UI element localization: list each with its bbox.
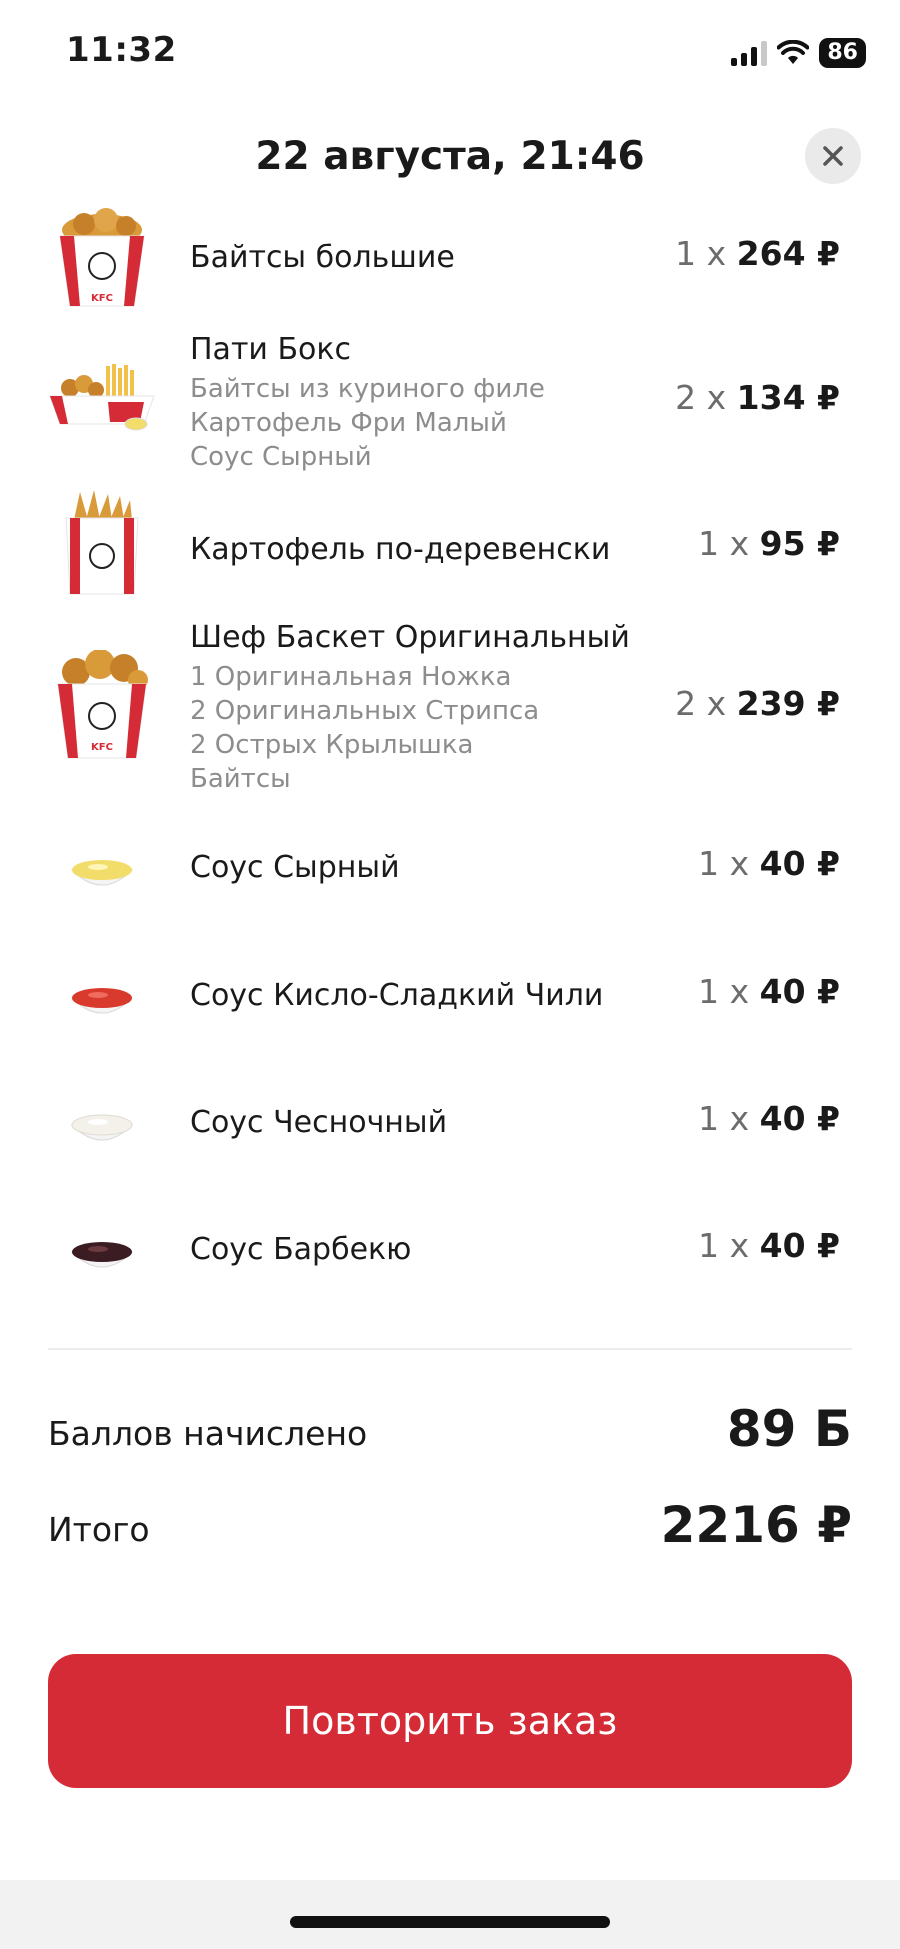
item-quantity-price: 1 x 40 ₽ [698,844,840,883]
item-name: Соус Сырный [190,850,400,885]
item-quantity: 1 x [698,972,750,1011]
item-price: 264 ₽ [736,234,840,273]
item-option: Соус Сырный [190,442,372,472]
total-value: 2216 ₽ [660,1496,852,1554]
repeat-order-button[interactable]: Повторить заказ [48,1654,852,1788]
item-price: 40 ₽ [759,1226,840,1265]
item-option: 2 Острых Крылышка [190,730,474,760]
wifi-icon [777,40,810,64]
item-name: Пати Бокс [190,332,352,367]
item-price: 134 ₽ [736,378,840,417]
list-item: Пати Бокс Байтсы из куриного филе Картоф… [0,332,900,482]
item-quantity-price: 1 x 264 ₽ [675,234,840,273]
order-header: 22 августа, 21:46 [0,128,900,192]
item-quantity-price: 1 x 40 ₽ [698,1226,840,1265]
kfc-basket-icon: KFC [57,650,148,759]
list-item: Соус Сырный 1 x 40 ₽ [0,830,900,910]
fries-bag-icon [65,490,139,595]
close-button[interactable] [805,128,861,184]
garlic-sauce-icon [70,1114,134,1141]
close-icon [823,146,843,166]
item-quantity: 2 x [675,684,727,723]
item-option: 1 Оригинальная Ножка [190,662,512,692]
item-quantity: 1 x [698,1099,750,1138]
item-option: Байтсы [190,764,291,794]
party-box-icon [49,364,155,431]
list-item: Соус Кисло-Сладкий Чили 1 x 40 ₽ [0,958,900,1038]
item-name: Соус Чесночный [190,1105,448,1140]
status-time: 11:32 [66,30,177,70]
total-row: Итого 2216 ₽ [48,1496,852,1566]
svg-text:KFC: KFC [91,293,113,304]
points-row: Баллов начислено 89 Б [48,1400,852,1470]
points-label: Баллов начислено [48,1414,368,1453]
status-bar: 11:32 86 [0,0,900,110]
item-option: Картофель Фри Малый [190,408,507,438]
item-quantity: 1 x [698,524,750,563]
list-item: KFC Байтсы большие 1 x 264 ₽ [0,204,900,314]
item-price: 40 ₽ [759,1099,840,1138]
item-price: 239 ₽ [736,684,840,723]
points-value: 89 Б [726,1400,852,1458]
item-option: Байтсы из куриного филе [190,374,545,404]
list-item: Соус Барбекю 1 x 40 ₽ [0,1212,900,1292]
item-option: 2 Оригинальных Стрипса [190,696,540,726]
item-name: Шеф Баскет Оригинальный [190,620,630,655]
item-price: 40 ₽ [759,972,840,1011]
cheese-sauce-icon [70,860,134,886]
item-quantity-price: 1 x 40 ₽ [698,1099,840,1138]
list-item: Картофель по-деревенски 1 x 95 ₽ [0,490,900,600]
signal-icon [731,40,768,66]
item-name: Байтсы большие [190,240,455,275]
item-quantity-price: 2 x 239 ₽ [675,684,840,723]
item-quantity-price: 1 x 95 ₽ [698,524,840,563]
item-price: 40 ₽ [759,844,840,883]
status-icons: 86 [731,38,866,68]
battery-icon: 86 [819,38,866,68]
item-quantity-price: 2 x 134 ₽ [675,378,840,417]
item-name: Соус Кисло-Сладкий Чили [190,978,604,1013]
chili-sauce-icon [70,988,134,1014]
item-name: Картофель по-деревенски [190,532,611,567]
item-quantity-price: 1 x 40 ₽ [698,972,840,1011]
item-price: 95 ₽ [759,524,840,563]
item-quantity: 1 x [698,844,750,883]
home-indicator[interactable] [290,1916,610,1928]
home-indicator-area [0,1880,900,1949]
list-item: KFC Шеф Баскет Оригинальный 1 Оригинальн… [0,620,900,800]
kfc-bucket-icon: KFC [59,208,145,307]
item-quantity: 1 x [675,234,727,273]
item-name: Соус Барбекю [190,1232,412,1267]
divider [48,1348,852,1350]
svg-text:KFC: KFC [91,742,113,753]
total-label: Итого [48,1510,150,1549]
item-quantity: 2 x [675,378,727,417]
item-quantity: 1 x [698,1226,750,1265]
order-date-title: 22 августа, 21:46 [255,134,645,179]
bbq-sauce-icon [70,1242,134,1268]
list-item: Соус Чесночный 1 x 40 ₽ [0,1085,900,1165]
